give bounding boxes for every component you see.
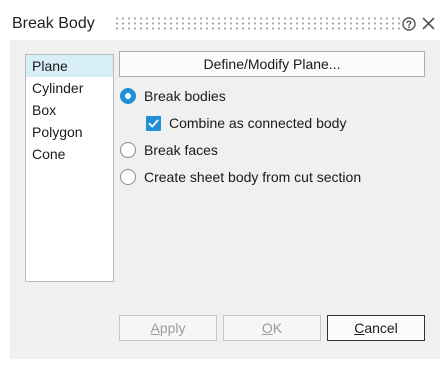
- break-method-list[interactable]: Plane Cylinder Box Polygon Cone: [25, 54, 114, 282]
- apply-mnemonic: A: [150, 320, 160, 336]
- drag-grip-handle[interactable]: [114, 16, 400, 30]
- ok-mnemonic: O: [261, 320, 273, 336]
- ok-button[interactable]: OK: [223, 315, 321, 341]
- cancel-mnemonic: C: [354, 320, 365, 336]
- method-item-cylinder[interactable]: Cylinder: [26, 77, 113, 99]
- method-item-plane[interactable]: Plane: [26, 55, 113, 77]
- apply-button[interactable]: Apply: [119, 315, 217, 341]
- title-bar[interactable]: Break Body: [10, 8, 440, 40]
- cancel-label-rest: ancel: [364, 320, 398, 336]
- combine-connected-option[interactable]: Combine as connected body: [146, 113, 346, 133]
- close-icon[interactable]: [422, 17, 435, 30]
- create-sheet-body-radio[interactable]: [120, 169, 136, 185]
- method-item-polygon[interactable]: Polygon: [26, 121, 113, 143]
- help-circle-icon[interactable]: [402, 17, 416, 31]
- dialog-title: Break Body: [12, 15, 95, 32]
- method-item-box[interactable]: Box: [26, 99, 113, 121]
- break-faces-radio[interactable]: [120, 142, 136, 158]
- ok-label-rest: K: [272, 320, 283, 336]
- break-bodies-label: Break bodies: [144, 88, 226, 104]
- break-faces-option[interactable]: Break faces: [120, 140, 218, 160]
- break-bodies-option[interactable]: Break bodies: [120, 86, 226, 106]
- method-item-cone[interactable]: Cone: [26, 143, 113, 165]
- combine-label: Combine as connected body: [169, 115, 347, 131]
- create-sheet-body-option[interactable]: Create sheet body from cut section: [120, 167, 361, 187]
- break-bodies-radio[interactable]: [120, 88, 136, 104]
- define-modify-plane-button[interactable]: Define/Modify Plane...: [119, 51, 425, 77]
- combine-checkbox[interactable]: [146, 115, 161, 131]
- cancel-button[interactable]: Cancel: [327, 315, 425, 341]
- create-sheet-body-label: Create sheet body from cut section: [144, 169, 362, 185]
- break-body-dialog: Break Body Plane Cylinder Box Polygon Co…: [10, 8, 440, 359]
- break-faces-label: Break faces: [144, 142, 218, 158]
- apply-label-rest: pply: [159, 320, 186, 336]
